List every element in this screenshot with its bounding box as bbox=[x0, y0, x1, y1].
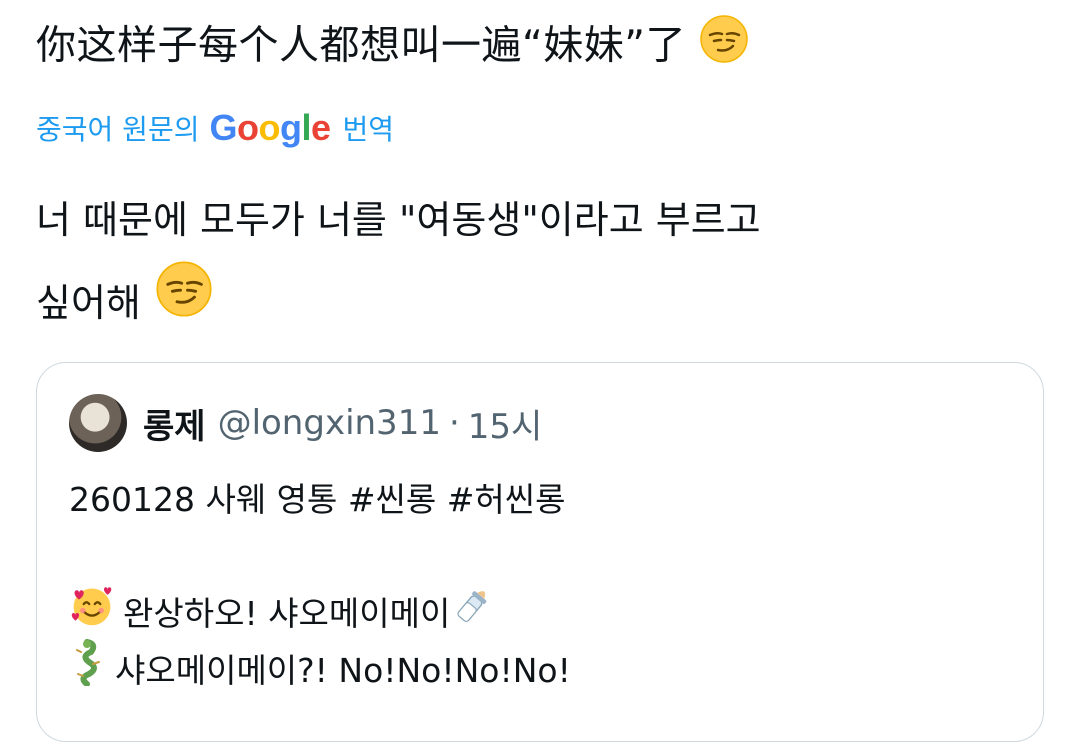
quoted-tweet-card[interactable]: 롱제 @longxin311 · 15시 260128 사웨 영통 #씬롱 #허… bbox=[36, 362, 1044, 742]
dragon-icon bbox=[69, 638, 103, 703]
translated-line-wrap: 싶어해 bbox=[36, 260, 1016, 345]
quoted-line: 260128 사웨 영통 #씬롱 #허씬롱 bbox=[69, 471, 1009, 528]
original-text: 你这样子每个人都想叫一遍“妹妹”了 bbox=[36, 22, 686, 69]
quoted-tweet-header: 롱제 @longxin311 · 15시 bbox=[69, 393, 542, 453]
quoted-line-text: 260128 사웨 영통 #씬롱 #허씬롱 bbox=[69, 480, 566, 519]
translation-info[interactable]: 중국어 원문의 Google 번역 bbox=[36, 102, 394, 154]
quoted-line-text: 완상하오! 샤오메이메이 bbox=[123, 594, 451, 633]
smiling-face-with-hearts-icon bbox=[69, 582, 115, 645]
quoted-author-name[interactable]: 롱제 bbox=[143, 399, 206, 448]
quoted-tweet-time[interactable]: 15시 bbox=[468, 399, 543, 448]
quoted-line: 완상하오! 샤오메이메이 bbox=[69, 585, 1009, 642]
quoted-line: 샤오메이메이?! No!No!No!No! bbox=[69, 639, 1009, 699]
quoted-author-handle[interactable]: @longxin311 bbox=[218, 403, 441, 443]
translated-line: 너 때문에 모두가 너를 "여동생"이라고 부르고 bbox=[36, 198, 761, 242]
quoted-tweet-body: 260128 사웨 영통 #씬롱 #허씬롱 완상하오! 샤오메이메이 샤오메이메… bbox=[69, 471, 1009, 699]
smirking-face-icon bbox=[155, 260, 213, 345]
translated-line: 싶어해 bbox=[36, 280, 141, 325]
translated-text: 너 때문에 모두가 너를 "여동생"이라고 부르고 싶어해 bbox=[36, 180, 1016, 345]
quoted-line-text: 샤오메이메이?! No!No!No!No! bbox=[115, 651, 571, 690]
separator-dot: · bbox=[448, 403, 460, 443]
tweet-original-text: 你这样子每个人都想叫一遍“妹妹”了 bbox=[36, 14, 749, 81]
translation-suffix: 번역 bbox=[342, 113, 395, 146]
translation-source-label: 중국어 원문의 bbox=[36, 113, 200, 146]
avatar[interactable] bbox=[69, 394, 127, 452]
smirking-face-icon bbox=[699, 14, 749, 81]
google-logo: Google bbox=[209, 107, 331, 148]
baby-bottle-icon bbox=[450, 582, 496, 645]
